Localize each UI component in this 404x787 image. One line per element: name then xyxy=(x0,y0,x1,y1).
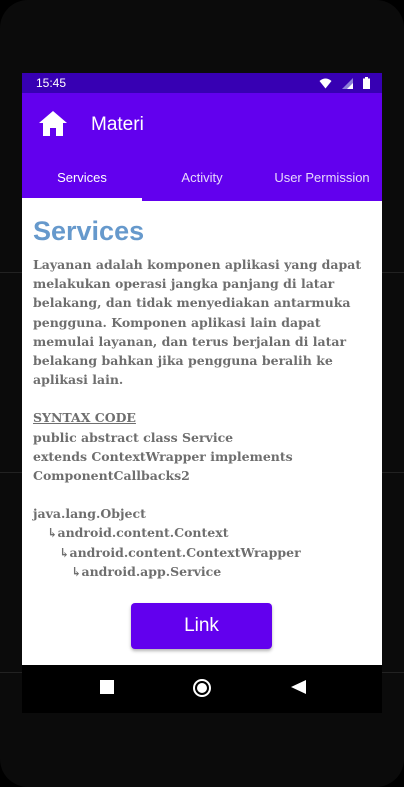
status-icons xyxy=(319,77,370,89)
app-bar: Materi Services Activity User Permission xyxy=(22,93,382,201)
description-text: Layanan adalah komponen aplikasi yang da… xyxy=(33,257,362,388)
back-icon[interactable] xyxy=(290,679,307,695)
syntax-line: extends ContextWrapper implements xyxy=(33,448,293,464)
app-title: Materi xyxy=(91,114,144,135)
signal-icon xyxy=(342,77,353,89)
hierarchy-item: ↳android.content.ContextWrapper xyxy=(59,544,301,560)
tab-bar: Services Activity User Permission xyxy=(22,153,382,201)
app-screen: 15:45 Materi Services Activity User Perm… xyxy=(22,73,382,665)
hierarchy-item: ↳android.app.Service xyxy=(71,563,222,579)
syntax-block: SYNTAX CODE public abstract class Servic… xyxy=(33,408,373,485)
syntax-line: ComponentCallbacks2 xyxy=(33,468,190,484)
home-circle-icon[interactable] xyxy=(192,678,212,698)
hierarchy-item: ↳android.content.Context xyxy=(47,525,229,541)
content-area: Services Layanan adalah komponen aplikas… xyxy=(33,213,373,581)
status-bar: 15:45 xyxy=(22,73,382,93)
wifi-icon xyxy=(319,78,332,88)
navigation-bar xyxy=(22,665,382,713)
class-hierarchy: java.lang.Object ↳android.content.Contex… xyxy=(33,504,373,581)
battery-icon xyxy=(363,77,370,89)
phone-device: 15:45 Materi Services Activity User Perm… xyxy=(0,0,404,787)
syntax-title: SYNTAX CODE xyxy=(33,410,136,426)
tab-services[interactable]: Services xyxy=(22,153,142,201)
syntax-line: public abstract class Service xyxy=(33,429,234,445)
tab-user-permission[interactable]: User Permission xyxy=(262,153,382,201)
recent-apps-icon[interactable] xyxy=(99,679,115,695)
status-time: 15:45 xyxy=(36,76,67,90)
tab-activity[interactable]: Activity xyxy=(142,153,262,201)
page-title: Services xyxy=(33,216,145,246)
home-icon[interactable] xyxy=(38,109,68,137)
hierarchy-item: java.lang.Object xyxy=(33,506,146,522)
link-button[interactable]: Link xyxy=(131,603,272,649)
